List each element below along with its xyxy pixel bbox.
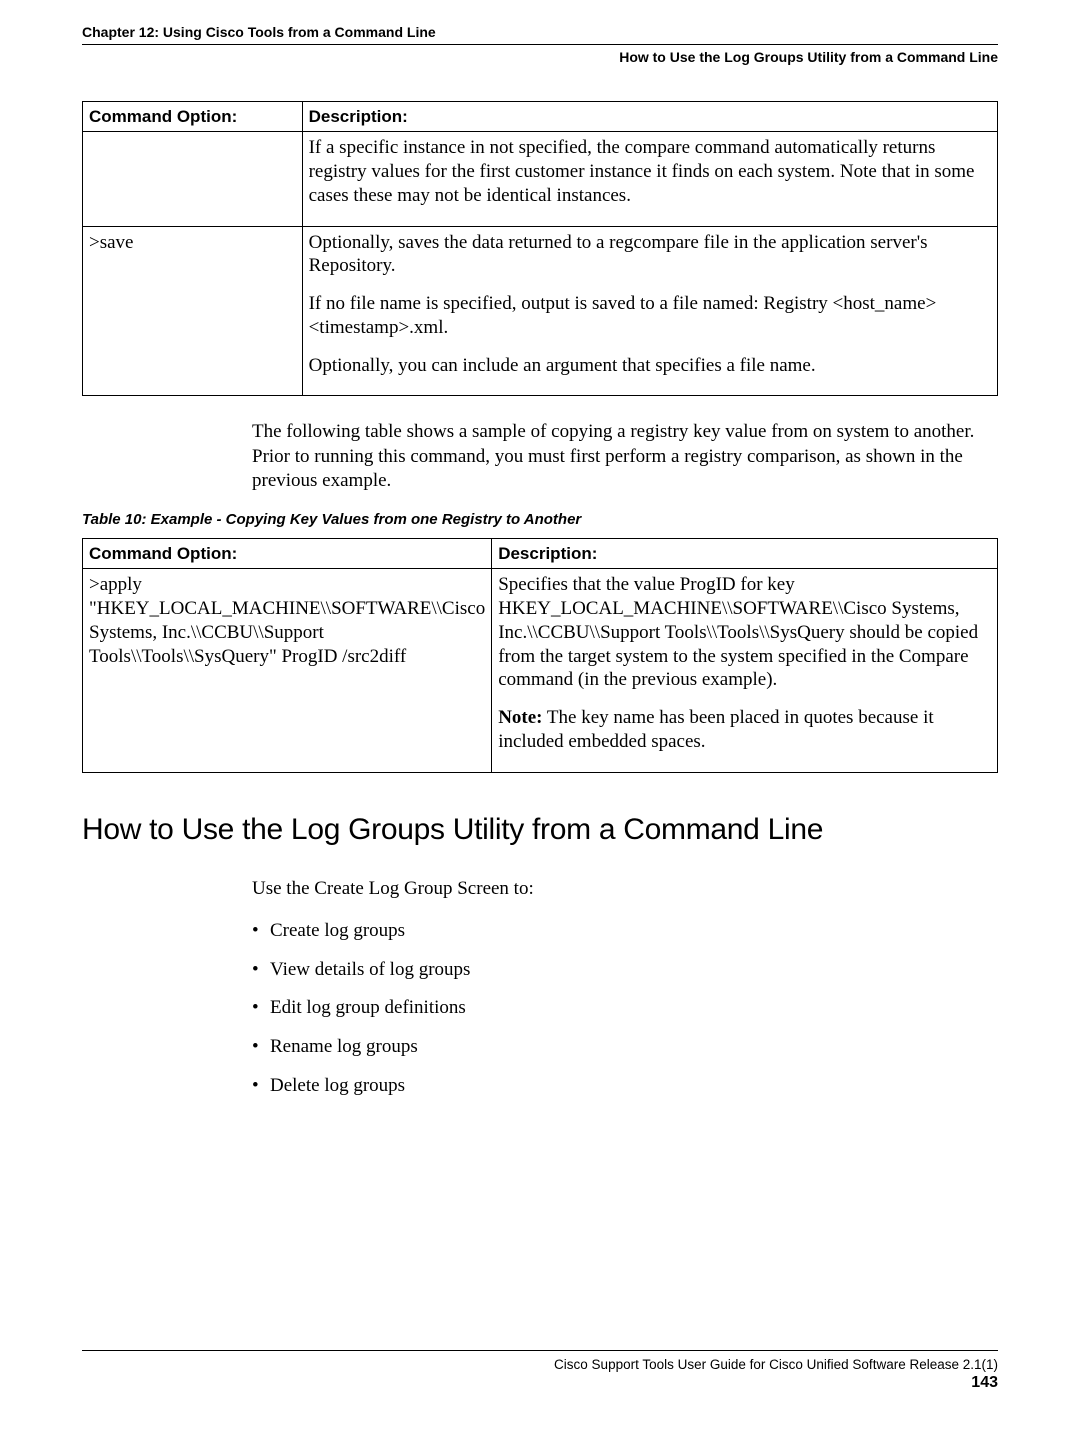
command-table-2: Command Option: Description: >apply "HKE… <box>82 538 998 773</box>
desc-text: If a specific instance in not specified,… <box>309 137 975 206</box>
list-item: Create log groups <box>252 919 998 944</box>
cell-option: >save <box>83 226 303 396</box>
running-header-chapter: Chapter 12: Using Cisco Tools from a Com… <box>82 24 998 40</box>
table-header-row: Command Option: Description: <box>83 539 998 569</box>
col-header-description: Description: <box>302 102 997 132</box>
running-header-section: How to Use the Log Groups Utility from a… <box>82 49 998 65</box>
list-item: Delete log groups <box>252 1074 998 1099</box>
note-label: Note: <box>498 707 542 728</box>
table-row: If a specific instance in not specified,… <box>83 132 998 226</box>
note-text: The key name has been placed in quotes b… <box>498 707 933 752</box>
cell-description: Specifies that the value ProgID for key … <box>492 569 998 772</box>
bullet-list: Create log groups View details of log gr… <box>252 919 998 1098</box>
desc-text: If no file name is specified, output is … <box>309 293 937 338</box>
col-header-description: Description: <box>492 539 998 569</box>
cell-description: Optionally, saves the data returned to a… <box>302 226 997 396</box>
header-rule <box>82 44 998 45</box>
list-item: View details of log groups <box>252 958 998 983</box>
desc-text: Optionally, you can include an argument … <box>309 355 816 376</box>
list-item: Rename log groups <box>252 1035 998 1060</box>
table-row: >apply "HKEY_LOCAL_MACHINE\\SOFTWARE\\Ci… <box>83 569 998 772</box>
footer-rule <box>82 1350 998 1351</box>
footer-page-number: 143 <box>82 1374 998 1392</box>
section-heading: How to Use the Log Groups Utility from a… <box>82 813 998 847</box>
cell-option <box>83 132 303 226</box>
lead-paragraph: Use the Create Log Group Screen to: <box>252 877 998 901</box>
table-header-row: Command Option: Description: <box>83 102 998 132</box>
list-item: Edit log group definitions <box>252 996 998 1021</box>
table-row: >save Optionally, saves the data returne… <box>83 226 998 396</box>
desc-text: Optionally, saves the data returned to a… <box>309 232 928 277</box>
cell-option: >apply "HKEY_LOCAL_MACHINE\\SOFTWARE\\Ci… <box>83 569 492 772</box>
body-paragraph: The following table shows a sample of co… <box>252 420 998 493</box>
page-container: Chapter 12: Using Cisco Tools from a Com… <box>0 0 1080 1432</box>
col-header-option: Command Option: <box>83 539 492 569</box>
footer-guide-title: Cisco Support Tools User Guide for Cisco… <box>82 1357 998 1372</box>
col-header-option: Command Option: <box>83 102 303 132</box>
desc-text: Specifies that the value ProgID for key … <box>498 574 978 690</box>
command-table-1: Command Option: Description: If a specif… <box>82 101 998 396</box>
table-caption: Table 10: Example - Copying Key Values f… <box>82 511 998 528</box>
page-spacer <box>82 1112 998 1342</box>
cell-description: If a specific instance in not specified,… <box>302 132 997 226</box>
